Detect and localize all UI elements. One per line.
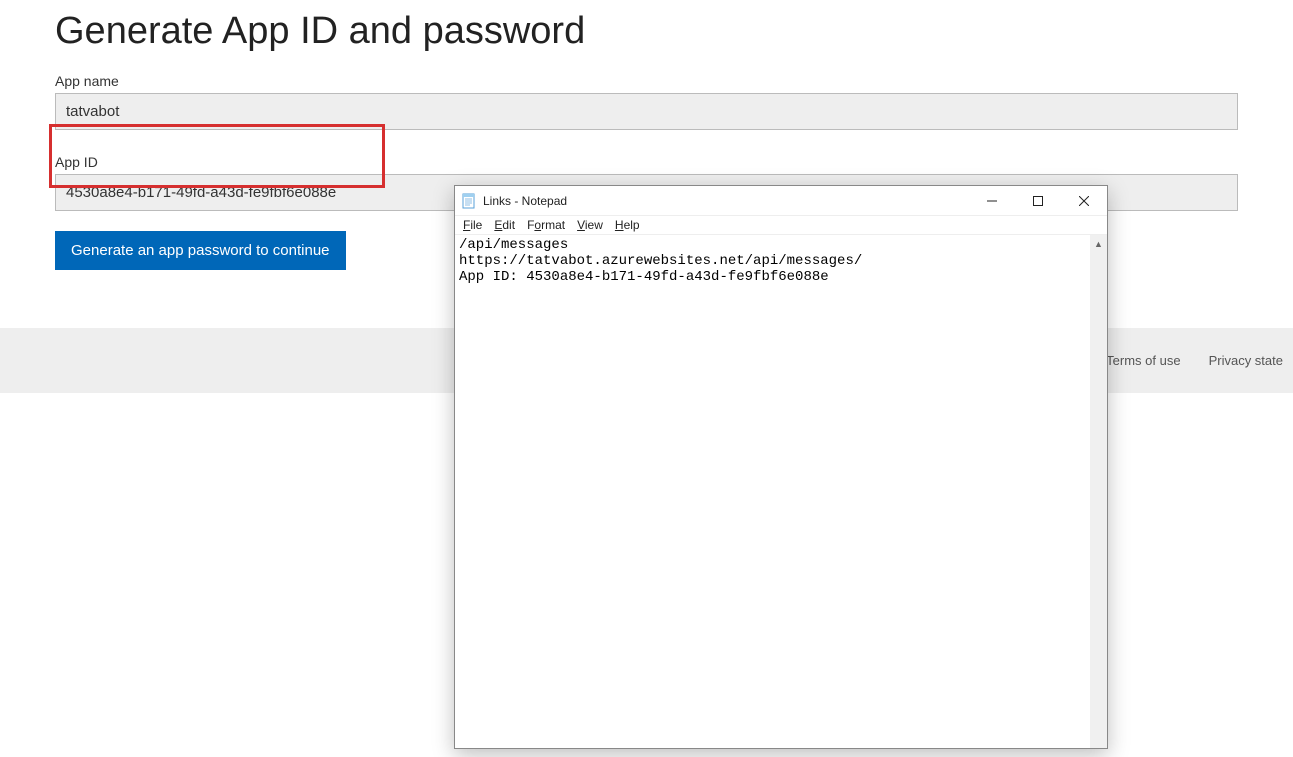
menu-format[interactable]: Format: [527, 218, 565, 232]
page-title: Generate App ID and password: [55, 10, 1238, 53]
notepad-title: Links - Notepad: [483, 194, 969, 208]
window-controls: [969, 186, 1107, 215]
footer-link-privacy[interactable]: Privacy state: [1209, 353, 1283, 368]
close-button[interactable]: [1061, 186, 1107, 215]
vertical-scrollbar[interactable]: ▲: [1090, 235, 1107, 748]
scroll-up-icon[interactable]: ▲: [1090, 235, 1107, 252]
app-name-input[interactable]: [55, 93, 1238, 130]
notepad-menubar: File Edit Format View Help: [455, 216, 1107, 235]
app-id-label: App ID: [55, 154, 1238, 170]
maximize-button[interactable]: [1015, 186, 1061, 215]
minimize-button[interactable]: [969, 186, 1015, 215]
notepad-icon: [461, 193, 477, 209]
menu-help[interactable]: Help: [615, 218, 640, 232]
notepad-text-area[interactable]: /api/messages https://tatvabot.azurewebs…: [455, 235, 1090, 748]
app-name-label: App name: [55, 73, 1238, 89]
notepad-window[interactable]: Links - Notepad File Edit Format View He…: [454, 185, 1108, 749]
menu-view[interactable]: View: [577, 218, 603, 232]
menu-edit[interactable]: Edit: [494, 218, 515, 232]
generate-password-button[interactable]: Generate an app password to continue: [55, 231, 346, 270]
notepad-titlebar[interactable]: Links - Notepad: [455, 186, 1107, 216]
menu-file[interactable]: File: [463, 218, 482, 232]
notepad-body: /api/messages https://tatvabot.azurewebs…: [455, 235, 1107, 748]
footer-link-terms[interactable]: Terms of use: [1106, 353, 1180, 368]
app-name-field: App name: [55, 73, 1238, 130]
